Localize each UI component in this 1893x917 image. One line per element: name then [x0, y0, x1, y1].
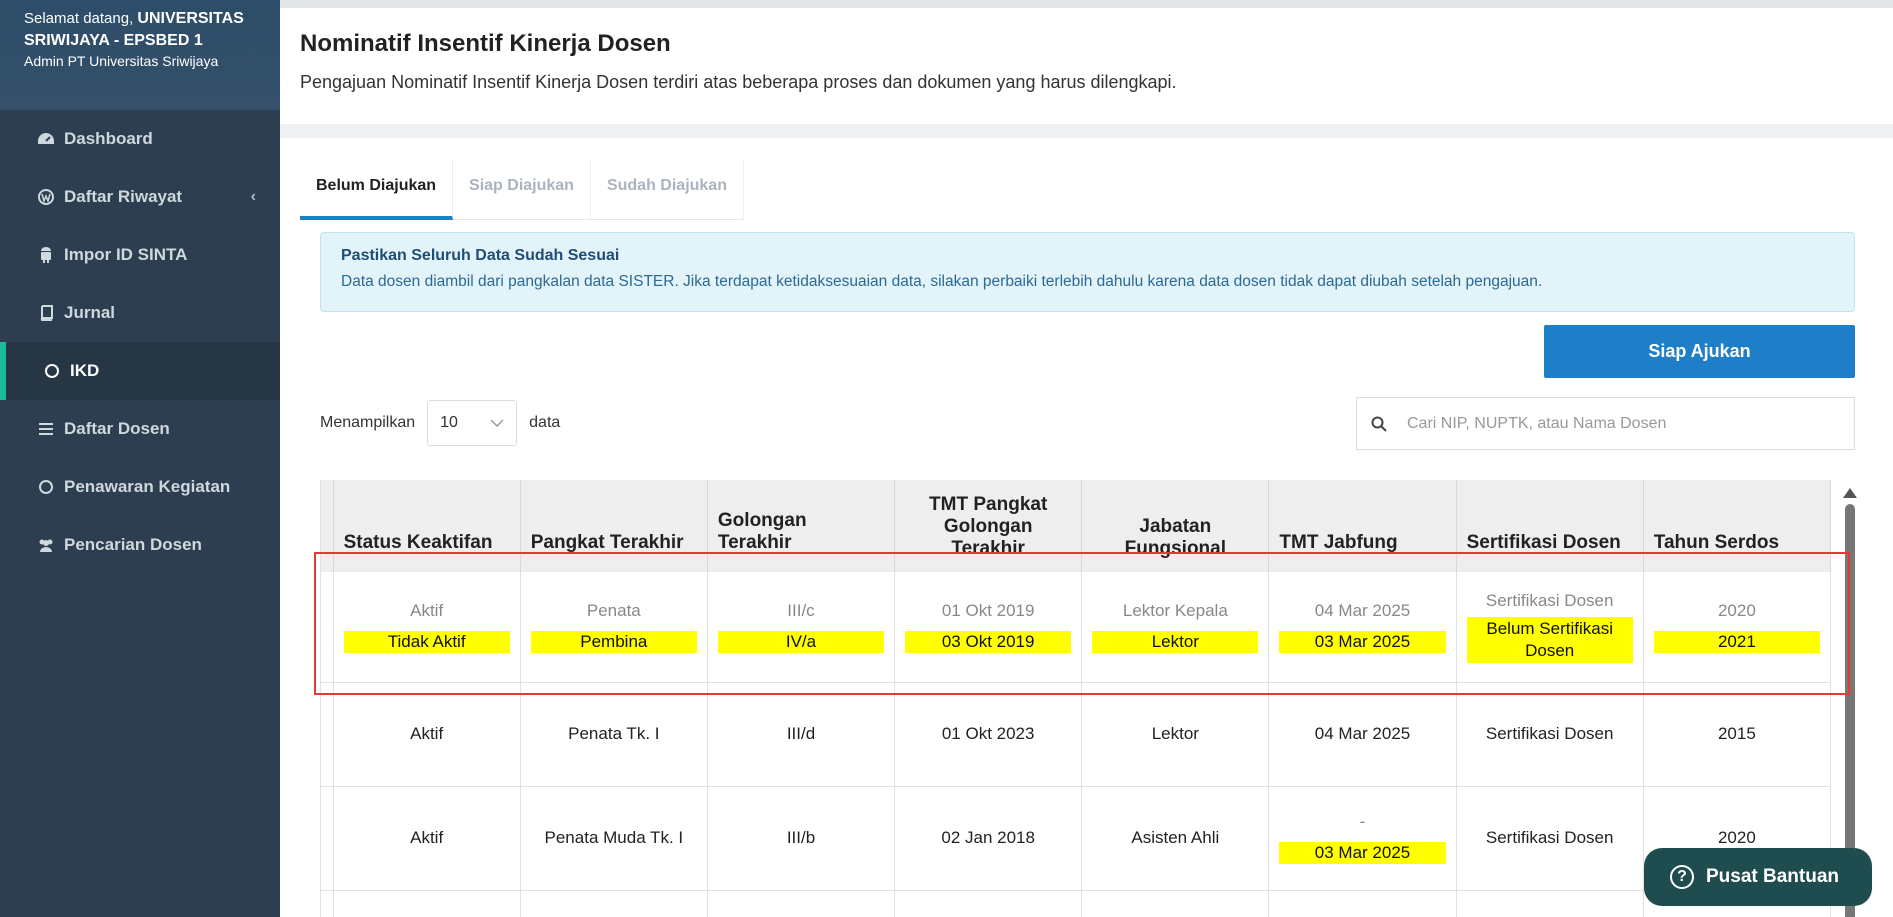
main-content: Nominatif Insentif Kinerja Dosen Pengaju… [280, 0, 1893, 917]
institution-name-line2: SRIWIJAYA - EPSBED 1 [24, 32, 203, 49]
page-subtitle: Pengajuan Nominatif Insentif Kinerja Dos… [300, 72, 1177, 92]
alert-body: Data dosen diambil dari pangkalan data S… [341, 273, 1543, 290]
sidebar-item-label: Penawaran Kegiatan [64, 477, 231, 496]
help-label: Pusat Bantuan [1706, 866, 1840, 887]
page-length-value: 10 [440, 414, 458, 431]
page-header: Nominatif Insentif Kinerja Dosen Pengaju… [280, 8, 1893, 124]
top-strip [280, 0, 1893, 8]
search-input[interactable] [1407, 414, 1827, 433]
wordpress-icon [36, 187, 56, 207]
dashboard-icon [36, 129, 56, 149]
length-prefix: Menampilkan [320, 414, 416, 431]
help-center-button[interactable]: ? Pusat Bantuan [1644, 848, 1872, 906]
content-card: Belum Diajukan Siap Diajukan Sudah Diaju… [280, 138, 1893, 917]
sidebar-item-impor-id-sinta[interactable]: Impor ID SINTA [0, 226, 280, 284]
sidebar-item-label: Dashboard [64, 129, 153, 148]
data-table: Status Keaktifan Pangkat Terakhir Golong… [320, 480, 1837, 917]
institution-name-line1: UNIVERSITAS [137, 10, 244, 27]
sidebar-item-label: Daftar Riwayat [64, 187, 183, 206]
sidebar-item-penawaran-kegiatan[interactable]: Penawaran Kegiatan [0, 458, 280, 516]
circle-icon [42, 361, 62, 381]
tab-belum-diajukan[interactable]: Belum Diajukan [300, 160, 454, 220]
table-cell: Sertifikasi Dosen [1456, 682, 1644, 787]
tab-siap-diajukan[interactable]: Siap Diajukan [453, 160, 591, 220]
info-alert: Pastikan Seluruh Data Sudah Sesuai Data … [320, 232, 1855, 312]
table-row[interactable] [321, 890, 1832, 917]
circle-icon [36, 477, 56, 497]
sidebar-item-ikd[interactable]: IKD [0, 342, 280, 400]
sidebar-menu: Dashboard Daftar Riwayat ‹ Impor ID SINT… [0, 110, 280, 574]
table-row[interactable]: Aktif Penata Muda Tk. I III/b 02 Jan 201… [321, 786, 1832, 891]
user-panel: Selamat datang, UNIVERSITAS SRIWIJAYA - … [0, 0, 280, 110]
page-title: Nominatif Insentif Kinerja Dosen [300, 30, 671, 57]
table-cell: - 03 Mar 2025 [1268, 786, 1457, 891]
user-role: Admin PT Universitas Sriwijaya [24, 53, 219, 69]
table-cell: Aktif [333, 682, 521, 787]
tab-sudah-diajukan[interactable]: Sudah Diajukan [591, 160, 744, 220]
sidebar-item-label: Impor ID SINTA [64, 245, 188, 264]
table-cell: Penata Tk. I [520, 682, 708, 787]
chevron-down-icon [490, 419, 504, 427]
scroll-up-arrow-icon[interactable] [1843, 488, 1857, 498]
chevron-left-icon: ‹ [250, 188, 256, 205]
sidebar-item-daftar-dosen[interactable]: Daftar Dosen [0, 400, 280, 458]
spacer-cell [321, 890, 334, 917]
sidebar-item-label: Jurnal [64, 303, 116, 322]
table-cell: Penata Muda Tk. I [520, 786, 708, 891]
search-box [1356, 397, 1855, 450]
sidebar-item-label: Daftar Dosen [64, 419, 170, 438]
table-cell: Lektor [1081, 682, 1270, 787]
sidebar-item-pencarian-dosen[interactable]: Pencarian Dosen [0, 516, 280, 574]
sidebar-item-jurnal[interactable]: Jurnal [0, 284, 280, 342]
table-row[interactable]: Aktif Penata Tk. I III/d 01 Okt 2023 Lek… [321, 682, 1832, 787]
users-icon [36, 535, 56, 555]
spacer-cell [321, 682, 334, 787]
siap-ajukan-button[interactable]: Siap Ajukan [1544, 325, 1855, 378]
alert-title: Pastikan Seluruh Data Sudah Sesuai [341, 247, 620, 264]
table-cell: 01 Okt 2023 [894, 682, 1083, 787]
table-cell: 04 Mar 2025 [1268, 682, 1457, 787]
welcome-text: Selamat datang, [24, 10, 134, 27]
old-value: - [1359, 812, 1366, 831]
sidebar-item-daftar-riwayat[interactable]: Daftar Riwayat ‹ [0, 168, 280, 226]
spacer-cell [321, 786, 334, 891]
table-cell: 02 Jan 2018 [894, 786, 1083, 891]
sidebar: Selamat datang, UNIVERSITAS SRIWIJAYA - … [0, 0, 280, 917]
page-length-select[interactable]: 10 [427, 400, 518, 446]
table-cell: III/b [707, 786, 896, 891]
sidebar-item-dashboard[interactable]: Dashboard [0, 110, 280, 168]
android-icon [36, 245, 56, 265]
page-length-control: Menampilkan 10 data [320, 400, 560, 446]
table-cell: 2015 [1643, 682, 1832, 787]
new-value: 03 Mar 2025 [1279, 842, 1446, 864]
list-icon [36, 419, 56, 439]
search-icon [1371, 416, 1387, 432]
table-cell: Asisten Ahli [1081, 786, 1270, 891]
table-cell: Sertifikasi Dosen [1456, 786, 1644, 891]
length-suffix: data [529, 414, 561, 431]
tab-bar: Belum Diajukan Siap Diajukan Sudah Diaju… [300, 160, 744, 220]
book-icon [36, 303, 56, 323]
sidebar-item-label: Pencarian Dosen [64, 535, 202, 554]
table-cell: Aktif [333, 786, 521, 891]
changed-row-highlight [314, 552, 1850, 695]
sidebar-item-label: IKD [70, 361, 100, 380]
table-cell: III/d [707, 682, 896, 787]
question-icon: ? [1670, 865, 1694, 889]
